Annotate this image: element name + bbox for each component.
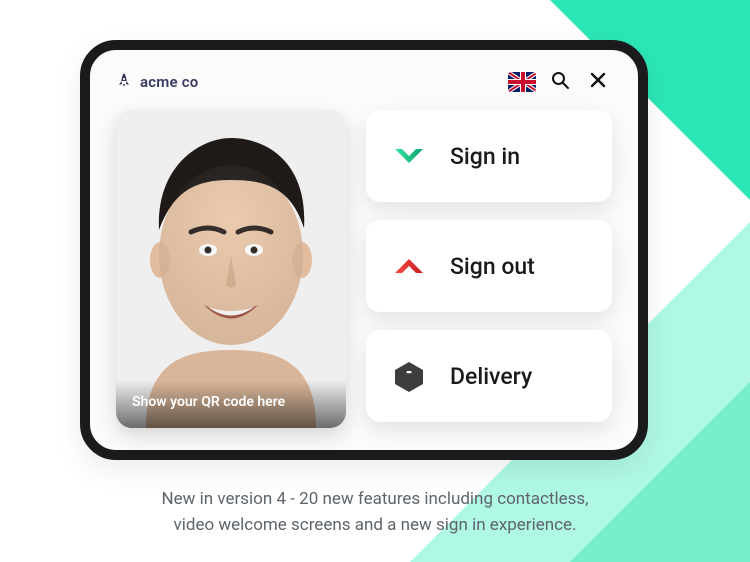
chevron-up-icon	[390, 247, 428, 285]
delivery-label: Delivery	[450, 363, 532, 390]
signout-button[interactable]: Sign out	[366, 220, 612, 312]
caption-line-1: New in version 4 - 20 new features inclu…	[60, 487, 690, 513]
signin-label: Sign in	[450, 143, 520, 170]
chevron-down-icon	[390, 137, 428, 175]
rocket-icon	[116, 73, 132, 91]
delivery-button[interactable]: Delivery	[366, 330, 612, 422]
search-icon	[550, 70, 570, 94]
tablet-frame: acme co	[80, 40, 648, 460]
close-button[interactable]	[584, 68, 612, 96]
signin-button[interactable]: Sign in	[366, 110, 612, 202]
uk-flag-icon	[508, 72, 536, 92]
package-icon	[390, 357, 428, 395]
close-icon	[589, 71, 607, 93]
signout-label: Sign out	[450, 253, 535, 280]
brand-name: acme co	[140, 73, 198, 91]
camera-preview[interactable]: Show your QR code here	[116, 110, 346, 428]
marketing-caption: New in version 4 - 20 new features inclu…	[0, 487, 750, 538]
search-button[interactable]	[546, 68, 574, 96]
language-flag-uk[interactable]	[508, 68, 536, 96]
topbar: acme co	[116, 68, 612, 96]
action-list: Sign in	[366, 110, 612, 428]
caption-line-2: video welcome screens and a new sign in …	[60, 513, 690, 539]
brand: acme co	[116, 73, 198, 91]
qr-hint: Show your QR code here	[116, 380, 346, 428]
